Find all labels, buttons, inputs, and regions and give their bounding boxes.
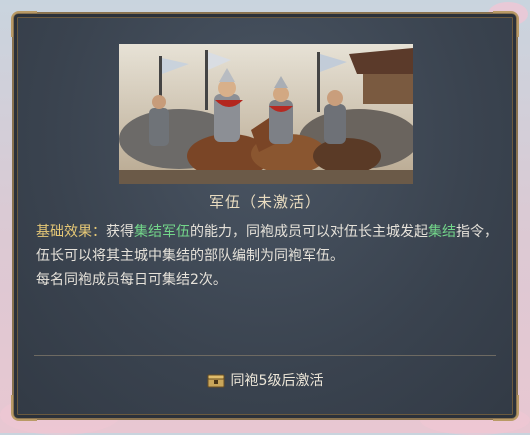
cavalry-artwork <box>119 44 413 184</box>
effect-text: 获得 <box>106 224 134 240</box>
info-panel: 军伍（未激活） 基础效果：获得集结军伍的能力，同袍成员可以对伍长主城发起集结指令… <box>11 11 519 421</box>
divider <box>34 355 496 356</box>
unlock-condition-text: 同袍5级后激活 <box>230 373 324 389</box>
highlight-keyword: 集结 <box>428 224 456 240</box>
effect-text: 的能力，同袍成员可以对伍长主城发起 <box>190 224 428 240</box>
skill-title: 军伍（未激活） <box>208 193 321 211</box>
unlock-condition: 同袍5级后激活 <box>14 370 516 392</box>
frame-corner <box>493 395 519 421</box>
frame-corner <box>11 395 37 421</box>
highlight-keyword: 集结军伍 <box>134 224 190 240</box>
daily-limit-text: 每名同袍成员每日可集结2次。 <box>36 272 227 288</box>
effect-description: 基础效果：获得集结军伍的能力，同袍成员可以对伍长主城发起集结指令，伍长可以将其主… <box>36 220 498 292</box>
frame-corner <box>11 11 37 37</box>
effect-label: 基础效果： <box>36 224 106 240</box>
chest-icon <box>207 374 225 392</box>
frame-corner <box>493 11 519 37</box>
